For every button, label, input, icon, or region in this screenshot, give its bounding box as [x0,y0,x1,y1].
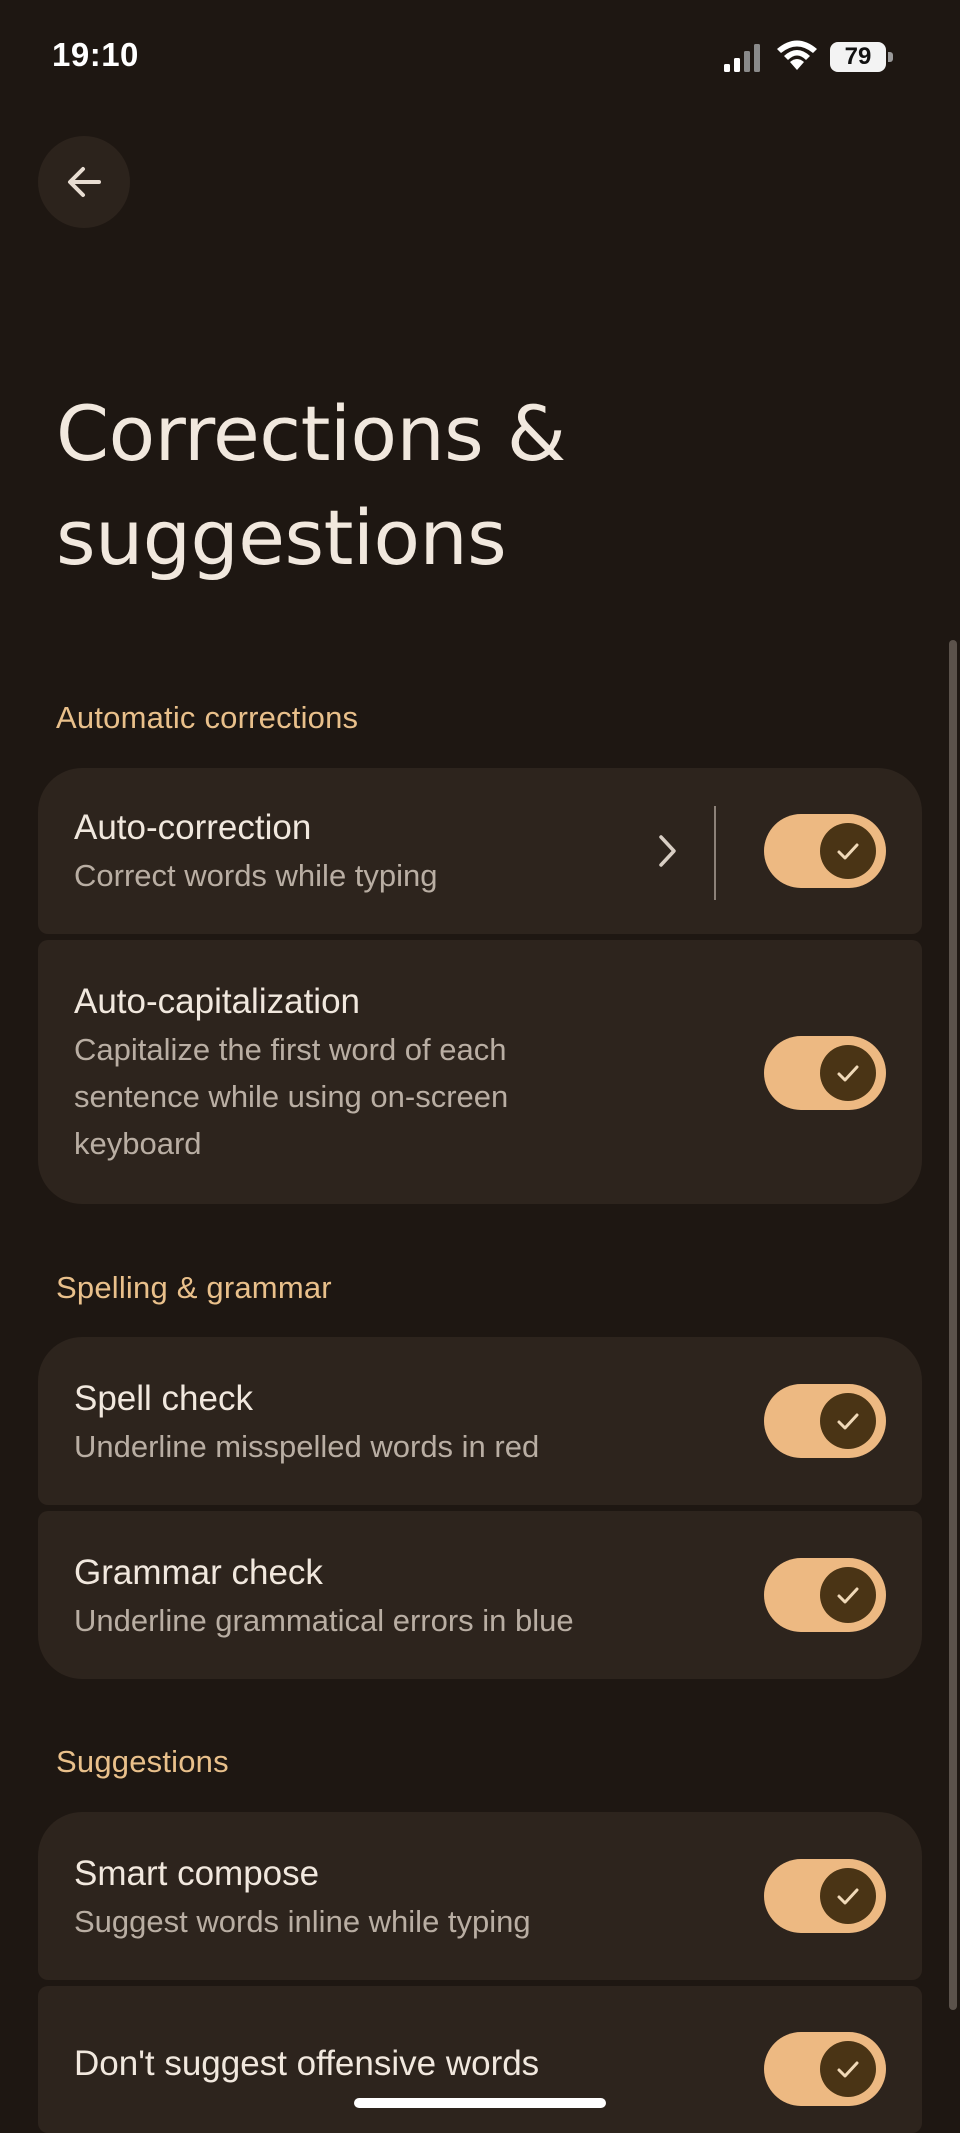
toggle-knob [820,1045,876,1101]
setting-spell-check[interactable]: Spell check Underline misspelled words i… [38,1337,922,1505]
setting-title: Auto-capitalization [74,982,360,1021]
setting-offensive-words[interactable]: Don't suggest offensive words [38,1986,922,2133]
check-icon [837,843,859,860]
setting-subtitle: Capitalize the first word of each senten… [74,1032,509,1161]
setting-title: Grammar check [74,1553,323,1592]
wifi-icon [777,40,817,70]
toggle-knob [820,1393,876,1449]
section-header-automatic-corrections: Automatic corrections [56,700,359,735]
home-indicator[interactable] [354,2098,606,2108]
toggle-knob [820,2041,876,2097]
toggle-knob [820,1868,876,1924]
setting-auto-correction[interactable]: Auto-correction Correct words while typi… [38,768,922,934]
smart-compose-toggle[interactable] [764,1859,886,1933]
check-icon [837,1065,859,1082]
status-time: 19:10 [52,36,139,73]
toggle-knob [820,1567,876,1623]
grammar-check-toggle[interactable] [764,1558,886,1632]
check-icon [837,1587,859,1604]
setting-subtitle: Correct words while typing [74,858,438,893]
status-bar: 19:10 79 [0,0,960,110]
page-title: Corrections & suggestions [56,389,566,582]
back-button[interactable] [38,136,130,228]
auto-capitalization-toggle[interactable] [764,1036,886,1110]
check-icon [837,1413,859,1430]
spell-check-toggle[interactable] [764,1384,886,1458]
offensive-words-toggle[interactable] [764,2032,886,2106]
chevron-right-icon[interactable] [652,831,682,871]
setting-grammar-check[interactable]: Grammar check Underline grammatical erro… [38,1511,922,1679]
toggle-knob [820,823,876,879]
check-icon [837,2061,859,2078]
battery-icon: 79 [830,42,894,74]
divider [714,806,716,900]
setting-smart-compose[interactable]: Smart compose Suggest words inline while… [38,1812,922,1980]
setting-subtitle: Suggest words inline while typing [74,1904,531,1939]
arrow-left-icon [68,167,101,197]
setting-subtitle: Underline misspelled words in red [74,1429,540,1464]
check-icon [837,1888,859,1905]
setting-auto-capitalization[interactable]: Auto-capitalization Capitalize the first… [38,940,922,1204]
battery-level: 79 [844,43,872,70]
section-header-suggestions: Suggestions [56,1744,229,1779]
scrollbar[interactable] [949,640,957,2010]
setting-title: Auto-correction [74,808,312,847]
setting-subtitle: Underline grammatical errors in blue [74,1603,574,1638]
auto-correction-toggle[interactable] [764,814,886,888]
section-header-spelling-grammar: Spelling & grammar [56,1270,332,1305]
setting-title: Don't suggest offensive words [74,2044,540,2083]
signal-icon [724,44,760,72]
setting-title: Spell check [74,1379,253,1418]
setting-title: Smart compose [74,1854,320,1893]
